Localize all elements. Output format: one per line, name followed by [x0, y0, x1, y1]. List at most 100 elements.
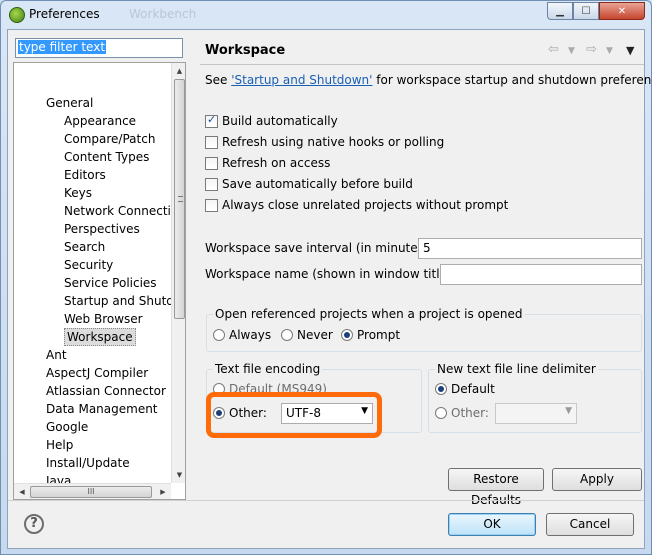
checkbox-label: Always close unrelated projects without …	[222, 198, 509, 212]
radio-prompt[interactable]: Prompt	[341, 328, 400, 342]
checkbox-build-automatically[interactable]: Build automatically	[205, 112, 338, 130]
checkbox-box[interactable]	[205, 135, 218, 149]
window-ghost-title: Workbench	[129, 7, 197, 21]
help-icon[interactable]: ?	[24, 514, 44, 534]
minimize-button[interactable]: ▁	[547, 2, 573, 20]
back-arrow-icon[interactable]: ⇦	[548, 42, 559, 57]
workspace-name-input[interactable]	[440, 264, 642, 285]
radio-never[interactable]: Never	[281, 328, 333, 342]
window-title: Preferences	[29, 7, 100, 21]
radio-button[interactable]	[281, 329, 293, 341]
tree-item[interactable]: Java	[46, 472, 71, 483]
tree-item[interactable]: Keys	[64, 184, 92, 202]
startup-shutdown-link[interactable]: 'Startup and Shutdown'	[231, 73, 372, 87]
radio-delimiter-other[interactable]: Other:	[435, 406, 489, 420]
checkbox-label: Build automatically	[222, 114, 338, 128]
chevron-down-icon: ▼	[361, 406, 368, 416]
tree-item[interactable]: Service Policies	[64, 274, 157, 292]
tree-item[interactable]: Network Connections	[64, 202, 171, 220]
radio-delimiter-default[interactable]: Default	[435, 382, 495, 396]
tree-item[interactable]: Compare/Patch	[64, 130, 155, 148]
filter-input[interactable]: type filter text	[15, 38, 183, 58]
radio-button[interactable]	[213, 407, 225, 419]
checkbox-label: Save automatically before build	[222, 177, 413, 191]
tree-item[interactable]: Help	[46, 436, 73, 454]
tree-item[interactable]: Ant	[46, 346, 67, 364]
tree-item[interactable]: Startup and Shutdown	[64, 292, 171, 310]
save-interval-input[interactable]: 5	[418, 238, 642, 259]
radio-always[interactable]: Always	[213, 328, 271, 342]
apply-button[interactable]: Apply	[552, 468, 642, 491]
tree-item[interactable]: Security	[64, 256, 113, 274]
page-title: Workspace	[205, 43, 286, 58]
scroll-thumb[interactable]	[174, 79, 185, 319]
delimiter-combo[interactable]: ▼	[495, 403, 577, 424]
minimize-icon: ▁	[556, 5, 564, 17]
tree-item[interactable]: Appearance	[64, 112, 136, 130]
tree-item[interactable]: Workspace	[64, 328, 136, 346]
checkbox-save-before-build[interactable]: Save automatically before build	[205, 175, 413, 193]
radio-button[interactable]	[213, 329, 225, 341]
checkbox-refresh-native-hooks[interactable]: Refresh using native hooks or polling	[205, 133, 444, 151]
radio-label: Other:	[451, 406, 489, 420]
checkbox-box[interactable]	[205, 177, 218, 191]
tree-item[interactable]: Web Browser	[64, 310, 143, 328]
scroll-right-arrow-icon[interactable]: ▶	[155, 484, 171, 499]
scroll-left-arrow-icon[interactable]: ◀	[14, 484, 30, 499]
radio-encoding-default[interactable]: Default (MS949)	[213, 382, 327, 396]
tree-item[interactable]: Search	[64, 238, 105, 256]
back-menu-chevron-icon[interactable]: ▼	[568, 46, 575, 56]
tree-item[interactable]: Google	[46, 418, 88, 436]
checkbox-box[interactable]	[205, 198, 218, 212]
scroll-down-arrow-icon[interactable]: ▼	[172, 467, 185, 483]
tree-item[interactable]: Perspectives	[64, 220, 140, 238]
forward-menu-chevron-icon[interactable]: ▼	[606, 46, 613, 56]
maximize-button[interactable]: ☐	[573, 2, 599, 20]
view-menu-chevron-icon[interactable]: ▼	[626, 44, 634, 57]
tree-vertical-scrollbar[interactable]: ▲ ▼	[171, 63, 185, 483]
radio-button[interactable]	[213, 383, 225, 395]
hscroll-thumb[interactable]: III	[30, 486, 152, 498]
radio-label: Default (MS949)	[229, 382, 327, 396]
checkbox-box[interactable]	[205, 113, 218, 128]
radio-label: Other:	[229, 406, 267, 420]
radio-button[interactable]	[341, 329, 353, 341]
ok-button[interactable]: OK	[448, 513, 536, 536]
tree-item[interactable]: Content Types	[64, 148, 149, 166]
checkbox-close-unrelated[interactable]: Always close unrelated projects without …	[205, 196, 508, 214]
tree-item[interactable]: Install/Update	[46, 454, 130, 472]
line-delimiter-title: New text file line delimiter	[435, 362, 598, 376]
tree-item[interactable]: Atlassian Connector	[46, 382, 166, 400]
text-encoding-title: Text file encoding	[213, 362, 323, 376]
filter-placeholder-text: type filter text	[18, 40, 107, 54]
radio-button[interactable]	[435, 407, 447, 419]
page-header: Workspace ⇦ ▼ ⇨ ▼ ▼	[192, 34, 644, 64]
radio-label: Always	[229, 328, 272, 342]
radio-label: Default	[451, 382, 495, 396]
close-icon: ✕	[617, 5, 627, 17]
restore-defaults-button[interactable]: Restore Defaults	[448, 468, 544, 507]
tree-list: General Appearance Compare/Patch Content Ty…	[14, 63, 171, 483]
scroll-grip-icon	[178, 196, 183, 202]
radio-button[interactable]	[435, 383, 447, 395]
cancel-button[interactable]: Cancel	[546, 513, 634, 536]
tree-item[interactable]: Editors	[64, 166, 106, 184]
title-bar[interactable]: Preferences Workbench ▁ ☐ ✕	[1, 1, 651, 29]
page-description: See 'Startup and Shutdown' for workspace…	[205, 73, 652, 87]
preference-tree[interactable]: General Appearance Compare/Patch Content Ty…	[13, 62, 186, 500]
forward-arrow-icon[interactable]: ⇨	[586, 42, 597, 57]
tree-item[interactable]: General	[46, 94, 93, 112]
tree-item[interactable]: AspectJ Compiler	[46, 364, 148, 382]
scroll-up-arrow-icon[interactable]: ▲	[172, 63, 185, 79]
encoding-combo[interactable]: UTF-8 ▼	[281, 403, 373, 424]
line-delimiter-group: New text file line delimiter Default Oth…	[428, 362, 642, 433]
workspace-name-label: Workspace name (shown in window title):	[205, 267, 456, 281]
checkbox-refresh-on-access[interactable]: Refresh on access	[205, 154, 330, 172]
radio-encoding-other[interactable]: Other:	[213, 406, 267, 420]
close-button[interactable]: ✕	[599, 2, 645, 20]
tree-horizontal-scrollbar[interactable]: ◀ III ▶	[14, 483, 171, 499]
tree-item[interactable]: Data Management	[46, 400, 158, 418]
radio-label: Prompt	[357, 328, 401, 342]
save-interval-label: Workspace save interval (in minutes):	[205, 241, 433, 255]
checkbox-box[interactable]	[205, 156, 218, 170]
